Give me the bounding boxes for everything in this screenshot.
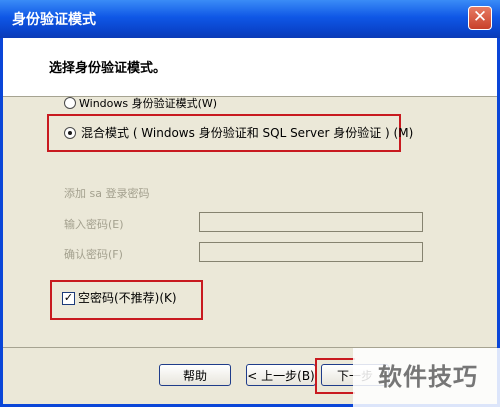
enter-password-label: 输入密码(E)	[64, 218, 124, 231]
enter-password-field[interactable]	[199, 212, 423, 232]
blank-password-label: 空密码(不推荐)(K)	[78, 291, 177, 305]
watermark: 软件技巧	[353, 348, 500, 407]
close-icon: ✕	[472, 7, 488, 27]
title-bar[interactable]: 身份验证模式 ✕	[0, 0, 500, 38]
dialog-window: 身份验证模式 ✕ 选择身份验证模式。 Windows 身份验证模式(W) 混合模…	[0, 0, 500, 407]
help-button[interactable]: 帮助	[159, 364, 231, 386]
blank-password-checkbox[interactable]: ✓	[62, 292, 75, 305]
mixed-mode-radio[interactable]	[64, 127, 76, 139]
windows-auth-radio[interactable]	[64, 97, 76, 109]
mixed-mode-label: 混合模式 ( Windows 身份验证和 SQL Server 身份验证 ) (…	[81, 126, 414, 140]
radio-selected-dot	[68, 131, 72, 135]
windows-auth-label: Windows 身份验证模式(W)	[79, 97, 218, 110]
password-group-title: 添加 sa 登录密码	[64, 187, 150, 200]
back-button[interactable]: < 上一步(B)	[246, 364, 316, 386]
window-title: 身份验证模式	[12, 12, 96, 28]
confirm-password-field[interactable]	[199, 242, 423, 262]
confirm-password-label: 确认密码(F)	[64, 248, 123, 261]
close-button[interactable]: ✕	[468, 6, 492, 30]
page-heading: 选择身份验证模式。	[49, 61, 167, 76]
highlight-next-button	[315, 358, 355, 394]
check-icon: ✓	[63, 291, 74, 304]
